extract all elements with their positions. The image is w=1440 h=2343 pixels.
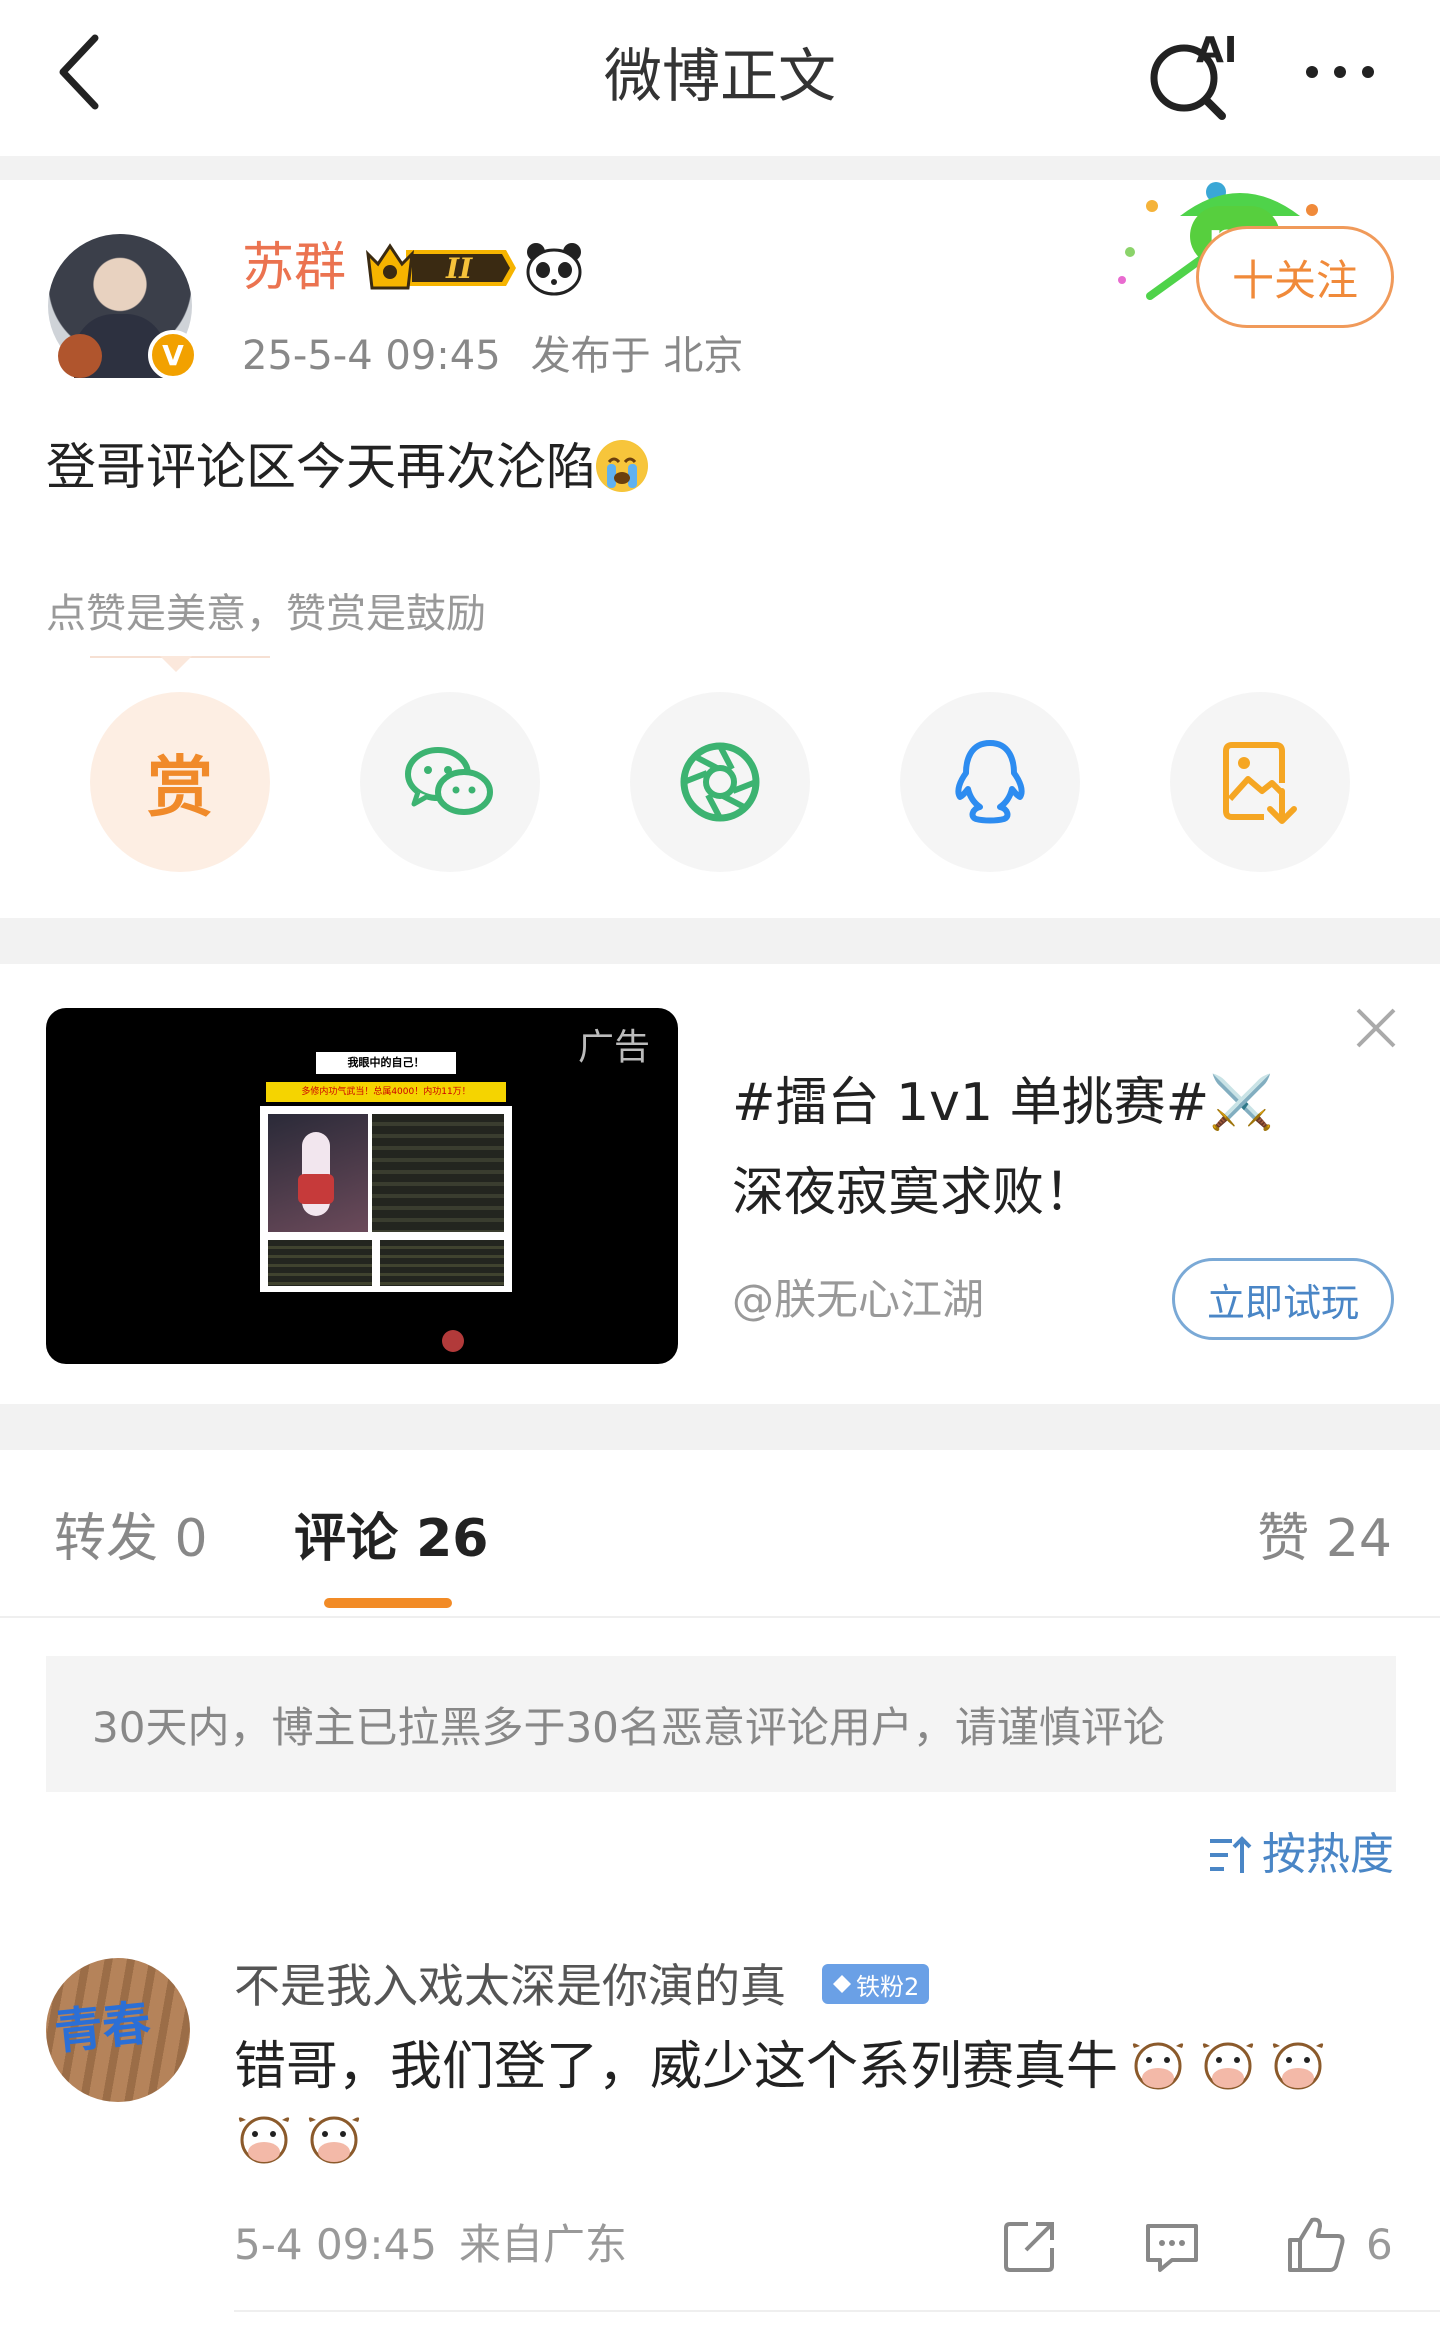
ad-image-caption: 我眼中的自己！ bbox=[316, 1052, 456, 1074]
more-dot bbox=[1334, 66, 1346, 78]
ai-search-icon[interactable]: AI bbox=[1140, 26, 1250, 122]
comment-divider bbox=[234, 2310, 1440, 2312]
reward-hint: 点赞是美意，赞赏是鼓励 bbox=[46, 591, 486, 637]
close-icon[interactable] bbox=[1352, 1004, 1400, 1052]
follow-button[interactable]: 十关注 bbox=[1196, 226, 1394, 328]
sort-icon bbox=[1210, 1836, 1252, 1873]
ad-image[interactable]: 广告 我眼中的自己！ 多修内功气武当！总属4000！内功11万！ bbox=[46, 1008, 678, 1364]
fan-badge[interactable]: 铁粉2 bbox=[822, 1964, 930, 2004]
comment-meta: 5-4 09:45 来自广东 bbox=[234, 2214, 627, 2276]
like-count: 6 bbox=[1366, 2220, 1393, 2269]
tab-like[interactable]: 赞 24 bbox=[1257, 1504, 1392, 1574]
post-text: 登哥评论区今天再次沦陷 bbox=[46, 432, 648, 502]
cow-emoji-icon bbox=[1202, 2042, 1254, 2090]
cow-emoji-icon bbox=[1132, 2042, 1184, 2090]
fan-badge-label: 铁粉2 bbox=[856, 1972, 920, 2001]
vip-crown-icon[interactable]: II bbox=[366, 242, 516, 294]
ad-character-robe bbox=[298, 1174, 334, 1204]
save-image-icon bbox=[1223, 742, 1297, 824]
avatar-basketball-shape bbox=[58, 334, 102, 378]
ad-image-card bbox=[260, 1106, 512, 1292]
ad-game-panel bbox=[268, 1240, 372, 1286]
cow-emoji-icon bbox=[308, 2116, 360, 2164]
comment-text-emoji-line bbox=[234, 2112, 364, 2186]
section-divider bbox=[0, 918, 1440, 964]
comment-text: 错哥，我们登了，威少这个系列赛真牛 bbox=[234, 2030, 1328, 2104]
ad-game-character bbox=[268, 1114, 368, 1232]
tab-comment[interactable]: 评论 26 bbox=[294, 1504, 488, 1574]
ad-account[interactable]: @朕无心江湖 bbox=[732, 1270, 984, 1330]
ad-label: 广告 bbox=[577, 1027, 650, 1068]
avatar-text: 青春 bbox=[51, 1995, 154, 2061]
more-dot bbox=[1362, 66, 1374, 78]
comment-text-content: 错哥，我们登了，威少这个系列赛真牛 bbox=[234, 2037, 1119, 2097]
section-divider bbox=[0, 1404, 1440, 1450]
sort-button[interactable]: 按热度 bbox=[1208, 1824, 1394, 1886]
reward-pointer bbox=[160, 656, 192, 672]
share-moments-button[interactable] bbox=[630, 692, 810, 872]
tab-divider bbox=[0, 1616, 1440, 1618]
like-icon[interactable] bbox=[1284, 2212, 1348, 2276]
vip-level: II bbox=[445, 252, 473, 285]
crying-emoji-icon bbox=[596, 440, 648, 492]
cow-emoji-icon bbox=[1272, 2042, 1324, 2090]
active-tab-indicator bbox=[324, 1598, 452, 1608]
tab-repost[interactable]: 转发 0 bbox=[54, 1504, 208, 1574]
commenter-name[interactable]: 不是我入戏太深是你演的真 bbox=[234, 1954, 786, 2018]
reply-icon[interactable] bbox=[1142, 2216, 1202, 2276]
comment-time: 5-4 09:45 bbox=[234, 2220, 437, 2269]
ad-logo bbox=[442, 1330, 464, 1352]
comment-location: 来自广东 bbox=[459, 2220, 628, 2269]
reward-label: 赏 bbox=[147, 749, 213, 826]
post-location: 发布于 北京 bbox=[530, 333, 744, 379]
commenter-avatar[interactable]: 青春 bbox=[46, 1958, 190, 2102]
ad-subtitle[interactable]: 深夜寂寞求败！ bbox=[732, 1160, 1096, 1226]
ad-game-stats bbox=[372, 1114, 504, 1232]
qq-icon bbox=[955, 740, 1025, 824]
ad-game-panel bbox=[380, 1240, 504, 1286]
verified-badge: V bbox=[148, 330, 198, 380]
more-dot bbox=[1306, 66, 1318, 78]
sort-label: 按热度 bbox=[1262, 1829, 1394, 1880]
cow-emoji-icon bbox=[238, 2116, 290, 2164]
share-wechat-button[interactable] bbox=[360, 692, 540, 872]
comment-notice: 30天内，博主已拉黑多于30名恶意评论用户，请谨慎评论 bbox=[46, 1656, 1396, 1792]
share-icon[interactable] bbox=[1000, 2216, 1060, 2276]
more-icon[interactable] bbox=[1290, 40, 1390, 104]
diamond-icon bbox=[833, 1975, 851, 1993]
ad-image-subcaption: 多修内功气武当！总属4000！内功11万！ bbox=[266, 1082, 506, 1102]
reward-button[interactable]: 赏 bbox=[90, 692, 270, 872]
wechat-icon bbox=[405, 747, 493, 815]
share-qq-button[interactable] bbox=[900, 692, 1080, 872]
ad-try-now-button[interactable]: 立即试玩 bbox=[1172, 1258, 1394, 1340]
post-meta: 25-5-4 09:45 发布于 北京 bbox=[242, 326, 743, 386]
post-text-content: 登哥评论区今天再次沦陷 bbox=[46, 438, 596, 496]
ai-label: AI bbox=[1196, 30, 1237, 71]
save-image-button[interactable] bbox=[1170, 692, 1350, 872]
author-name[interactable]: 苏群 bbox=[242, 236, 346, 300]
panda-icon bbox=[524, 240, 584, 296]
post-time: 25-5-4 09:45 bbox=[242, 333, 501, 379]
top-navigation-bar: 微博正文 AI bbox=[0, 0, 1440, 156]
moments-icon bbox=[680, 742, 760, 822]
ad-title[interactable]: #擂台 1v1 单挑赛#⚔️ bbox=[732, 1070, 1274, 1136]
